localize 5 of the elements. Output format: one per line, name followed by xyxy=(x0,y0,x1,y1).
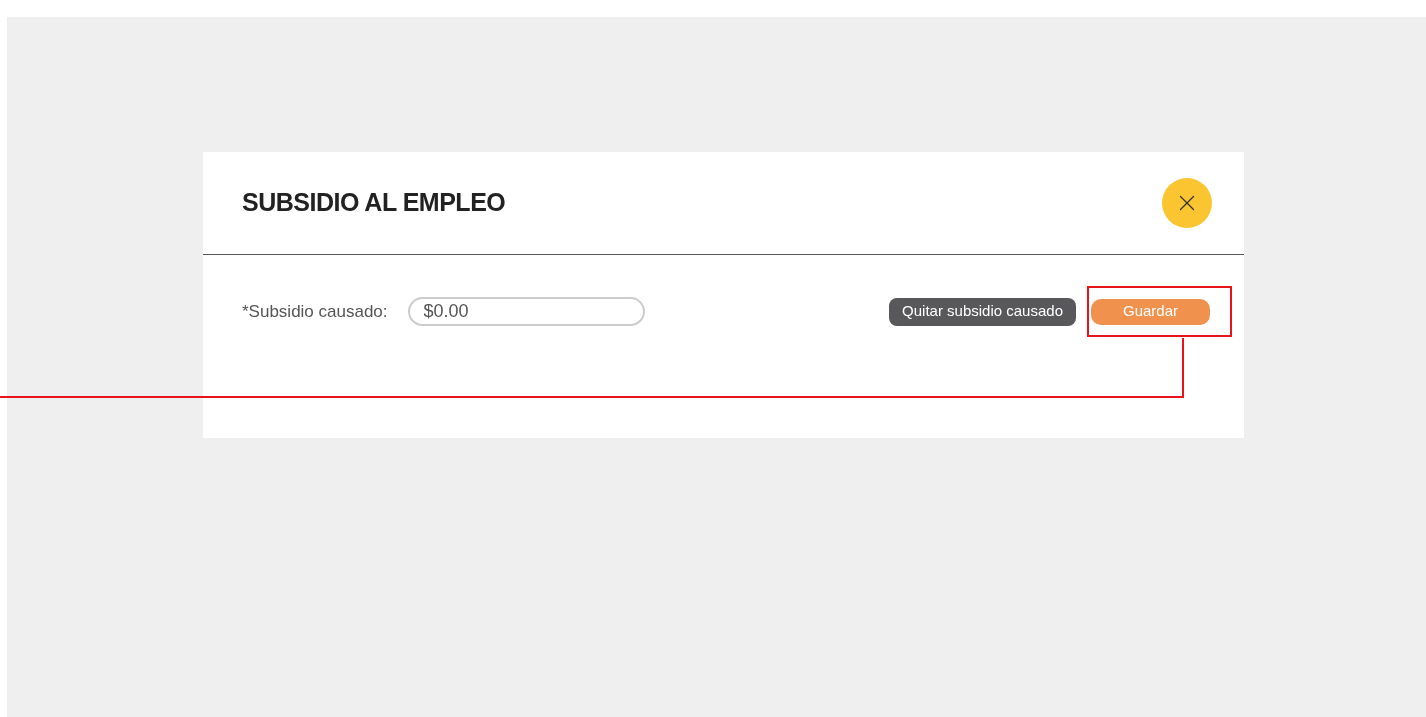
close-button[interactable] xyxy=(1162,178,1212,228)
input-field[interactable]: $0.00 xyxy=(407,297,645,326)
dialog-title: SUBSIDIO AL EMPLEO xyxy=(242,187,506,219)
remove-button[interactable]: Quitar subsidio causado xyxy=(889,297,1076,326)
field-label: *Subsidio causado: xyxy=(242,300,388,323)
